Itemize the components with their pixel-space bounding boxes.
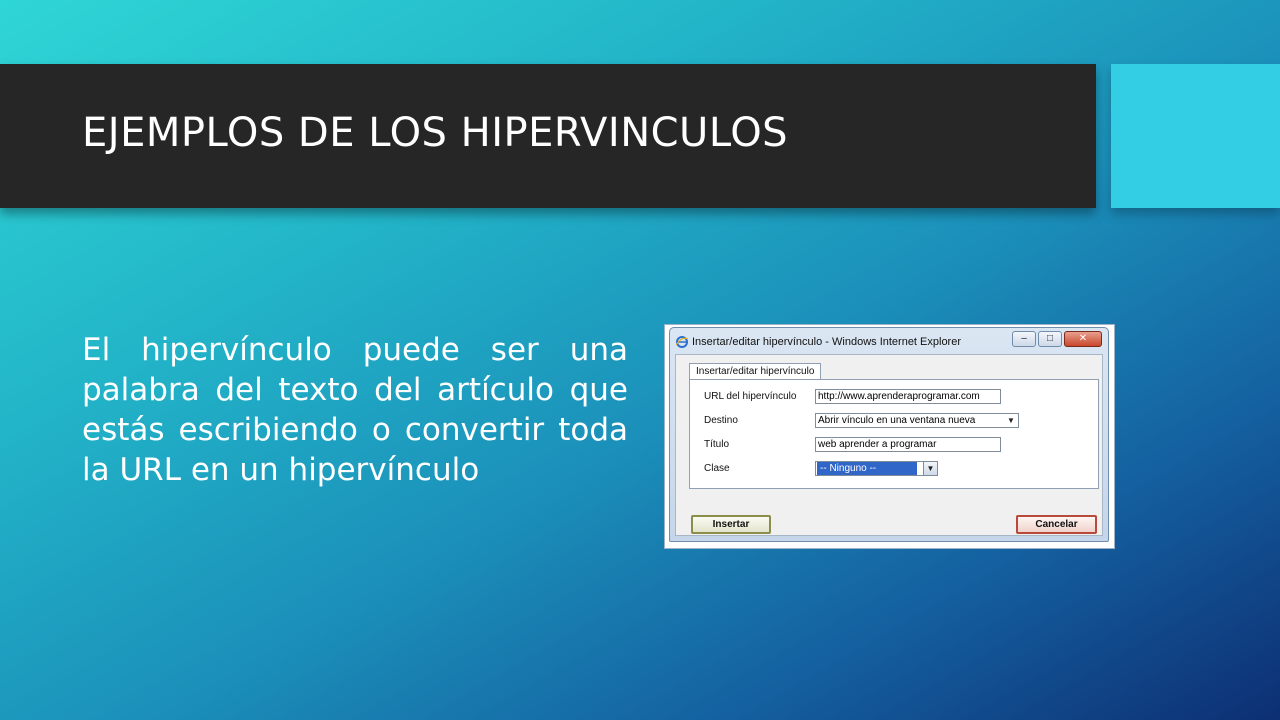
target-label: Destino (704, 415, 738, 426)
title-input[interactable]: web aprender a programar (815, 437, 1001, 452)
ie-dialog-window: Insertar/editar hipervínculo - Windows I… (669, 327, 1109, 542)
dialog-title-bar: Insertar/editar hipervínculo - Windows I… (676, 333, 961, 351)
target-select-value: Abrir vínculo en una ventana nueva (818, 415, 976, 426)
chevron-down-icon: ▼ (1007, 416, 1015, 425)
cancel-button[interactable]: Cancelar (1016, 515, 1097, 534)
slide-body-text: El hipervínculo puede ser una palabra de… (82, 332, 628, 488)
url-input[interactable]: http://www.aprenderaprogramar.com (815, 389, 1001, 404)
slide-title: EJEMPLOS DE LOS HIPERVINCULOS (82, 110, 789, 156)
title-label: Título (704, 439, 730, 450)
internet-explorer-icon (676, 336, 688, 348)
maximize-button[interactable]: □ (1038, 331, 1062, 347)
dialog-screenshot: Insertar/editar hipervínculo - Windows I… (664, 324, 1115, 549)
class-select[interactable]: -- Ninguno -- ▼ (815, 461, 938, 476)
chevron-down-icon: ▼ (923, 462, 937, 475)
tab-panel: URL del hipervínculo http://www.aprender… (689, 379, 1099, 489)
window-controls: – □ ✕ (1012, 331, 1102, 347)
class-label: Clase (704, 463, 730, 474)
accent-block (1111, 64, 1280, 208)
target-select[interactable]: Abrir vínculo en una ventana nueva ▼ (815, 413, 1019, 428)
tab-insert-edit-link[interactable]: Insertar/editar hipervínculo (689, 363, 822, 379)
minimize-button[interactable]: – (1012, 331, 1036, 347)
insert-button[interactable]: Insertar (691, 515, 771, 534)
dialog-window-title: Insertar/editar hipervínculo - Windows I… (692, 336, 962, 348)
class-select-value: -- Ninguno -- (817, 462, 917, 475)
close-button[interactable]: ✕ (1064, 331, 1102, 347)
dialog-body: Insertar/editar hipervínculo URL del hip… (675, 354, 1103, 536)
url-label: URL del hipervínculo (704, 391, 797, 402)
